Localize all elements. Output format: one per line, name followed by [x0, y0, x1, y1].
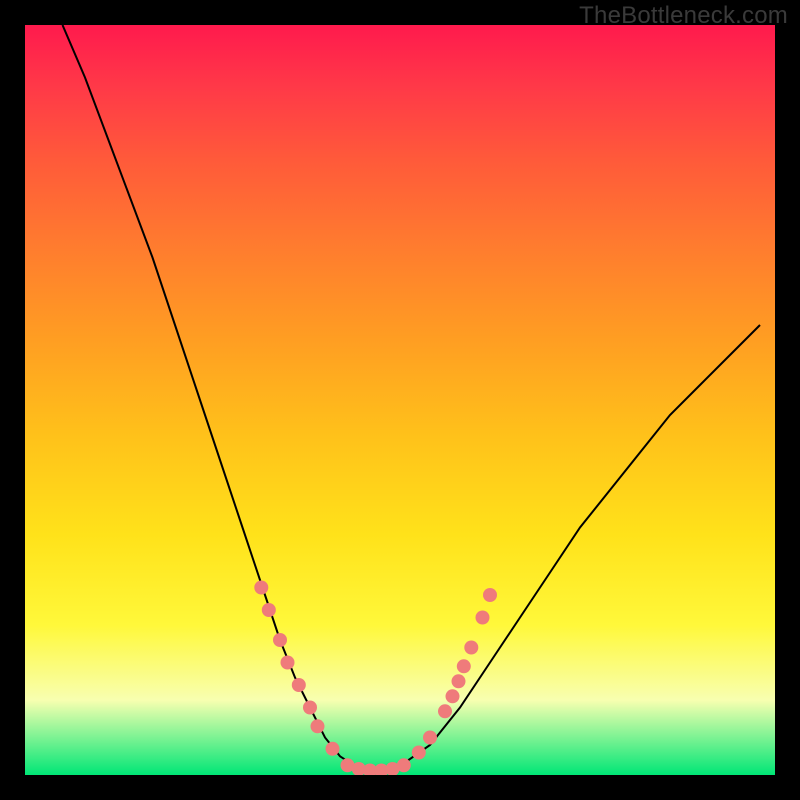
- curve-marker: [438, 704, 452, 718]
- curve-marker: [281, 656, 295, 670]
- curve-marker: [273, 633, 287, 647]
- curve-marker: [303, 701, 317, 715]
- curve-marker: [254, 581, 268, 595]
- curve-marker: [457, 659, 471, 673]
- curve-marker: [311, 719, 325, 733]
- curve-marker: [423, 731, 437, 745]
- curve-marker: [476, 611, 490, 625]
- curve-marker: [292, 678, 306, 692]
- curve-marker: [446, 689, 460, 703]
- curve-marker: [483, 588, 497, 602]
- bottleneck-chart: [25, 25, 775, 775]
- curve-marker: [397, 758, 411, 772]
- curve-marker: [262, 603, 276, 617]
- curve-marker: [412, 746, 426, 760]
- curve-marker: [452, 674, 466, 688]
- curve-markers: [254, 581, 497, 776]
- bottleneck-curve-line: [63, 25, 761, 771]
- curve-marker: [326, 742, 340, 756]
- curve-marker: [464, 641, 478, 655]
